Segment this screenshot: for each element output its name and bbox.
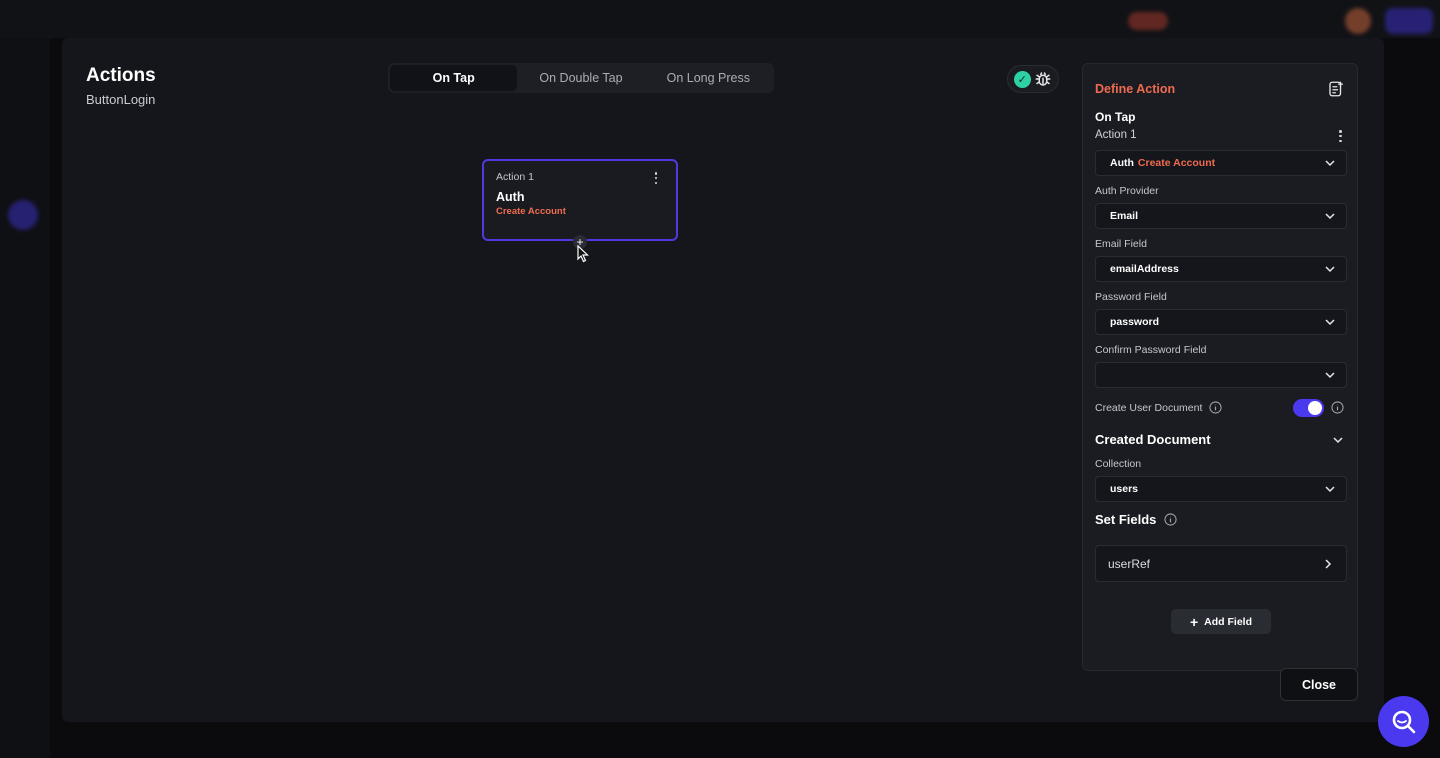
create-user-document-text: Create User Document	[1095, 402, 1203, 414]
set-fields-title: Set Fields	[1095, 512, 1177, 527]
create-user-document-label: Create User Document	[1095, 401, 1222, 414]
page-title: Actions	[86, 65, 156, 86]
background-sidebar	[0, 38, 50, 758]
created-document-title: Created Document	[1095, 432, 1211, 447]
close-button[interactable]: Close	[1280, 668, 1358, 701]
more-vert-icon[interactable]	[1339, 130, 1343, 142]
action-type-value: Auth	[1110, 157, 1134, 169]
chevron-down-icon	[1325, 213, 1335, 220]
action-card-subtitle: Create Account	[496, 206, 566, 217]
chevron-down-icon	[1325, 319, 1335, 326]
chevron-right-icon	[1325, 558, 1332, 569]
email-field-select[interactable]: emailAddress	[1095, 256, 1347, 282]
password-field-select[interactable]: password	[1095, 309, 1347, 335]
search-icon	[1392, 710, 1415, 733]
validation-debug-toggle[interactable]: ✓	[1007, 65, 1059, 93]
action-type-select[interactable]: Auth Create Account	[1095, 150, 1347, 176]
chevron-down-icon	[1325, 486, 1335, 493]
widget-name: ButtonLogin	[86, 92, 156, 107]
action-card-number: Action 1	[496, 171, 534, 183]
background-topbar	[0, 0, 1440, 38]
password-field-value: password	[1110, 316, 1160, 328]
set-fields-text: Set Fields	[1095, 512, 1157, 527]
password-field-label: Password Field	[1095, 291, 1167, 303]
action-card[interactable]: Action 1 Auth Create Account	[482, 159, 678, 241]
info-icon[interactable]	[1331, 401, 1344, 414]
info-icon[interactable]	[1209, 401, 1222, 414]
actions-modal: Actions ButtonLogin On Tap On Double Tap…	[62, 38, 1384, 722]
auth-provider-label: Auth Provider	[1095, 185, 1159, 197]
action-name-value: Create Account	[1137, 157, 1216, 169]
check-icon: ✓	[1013, 70, 1031, 88]
set-field-row[interactable]: userRef	[1095, 545, 1347, 582]
collection-select[interactable]: users	[1095, 476, 1347, 502]
define-action-panel: Define Action On Tap Action 1 Auth Create…	[1082, 63, 1358, 671]
trigger-tabs: On Tap On Double Tap On Long Press	[388, 63, 774, 93]
tab-on-tap[interactable]: On Tap	[390, 65, 518, 91]
chevron-down-icon	[1325, 266, 1335, 273]
background-decoration	[1128, 12, 1168, 30]
collection-value: users	[1110, 483, 1139, 495]
create-user-document-toggle[interactable]	[1293, 399, 1324, 417]
action-card-title: Auth	[496, 190, 525, 204]
confirm-password-field-select[interactable]	[1095, 362, 1347, 388]
mouse-cursor-icon	[577, 245, 589, 263]
plus-icon: +	[1189, 613, 1199, 630]
chevron-down-icon	[1325, 372, 1335, 379]
document-add-icon[interactable]	[1327, 80, 1345, 98]
action-number-label: Action 1	[1095, 129, 1137, 141]
auth-provider-select[interactable]: Email	[1095, 203, 1347, 229]
panel-heading: Define Action	[1095, 82, 1176, 96]
add-field-button[interactable]: + Add Field	[1171, 609, 1271, 634]
bug-icon[interactable]	[1034, 70, 1052, 88]
tab-on-double-tap[interactable]: On Double Tap	[517, 65, 644, 91]
background-decoration	[1345, 8, 1371, 34]
add-field-label: Add Field	[1204, 615, 1253, 628]
collection-label: Collection	[1095, 458, 1142, 470]
info-icon[interactable]	[1164, 513, 1177, 526]
chevron-down-icon[interactable]	[1332, 434, 1344, 446]
email-field-value: emailAddress	[1110, 263, 1179, 275]
more-vert-icon[interactable]	[650, 171, 662, 185]
email-field-label: Email Field	[1095, 238, 1147, 250]
background-decoration	[1385, 8, 1433, 34]
search-fab[interactable]	[1378, 696, 1429, 747]
auth-provider-value: Email	[1110, 210, 1139, 222]
tab-on-long-press[interactable]: On Long Press	[645, 65, 772, 91]
background-decoration	[8, 200, 38, 230]
trigger-label: On Tap	[1095, 110, 1136, 124]
confirm-password-field-label: Confirm Password Field	[1095, 344, 1207, 356]
chevron-down-icon	[1325, 160, 1335, 167]
set-field-name: userRef	[1108, 556, 1151, 571]
